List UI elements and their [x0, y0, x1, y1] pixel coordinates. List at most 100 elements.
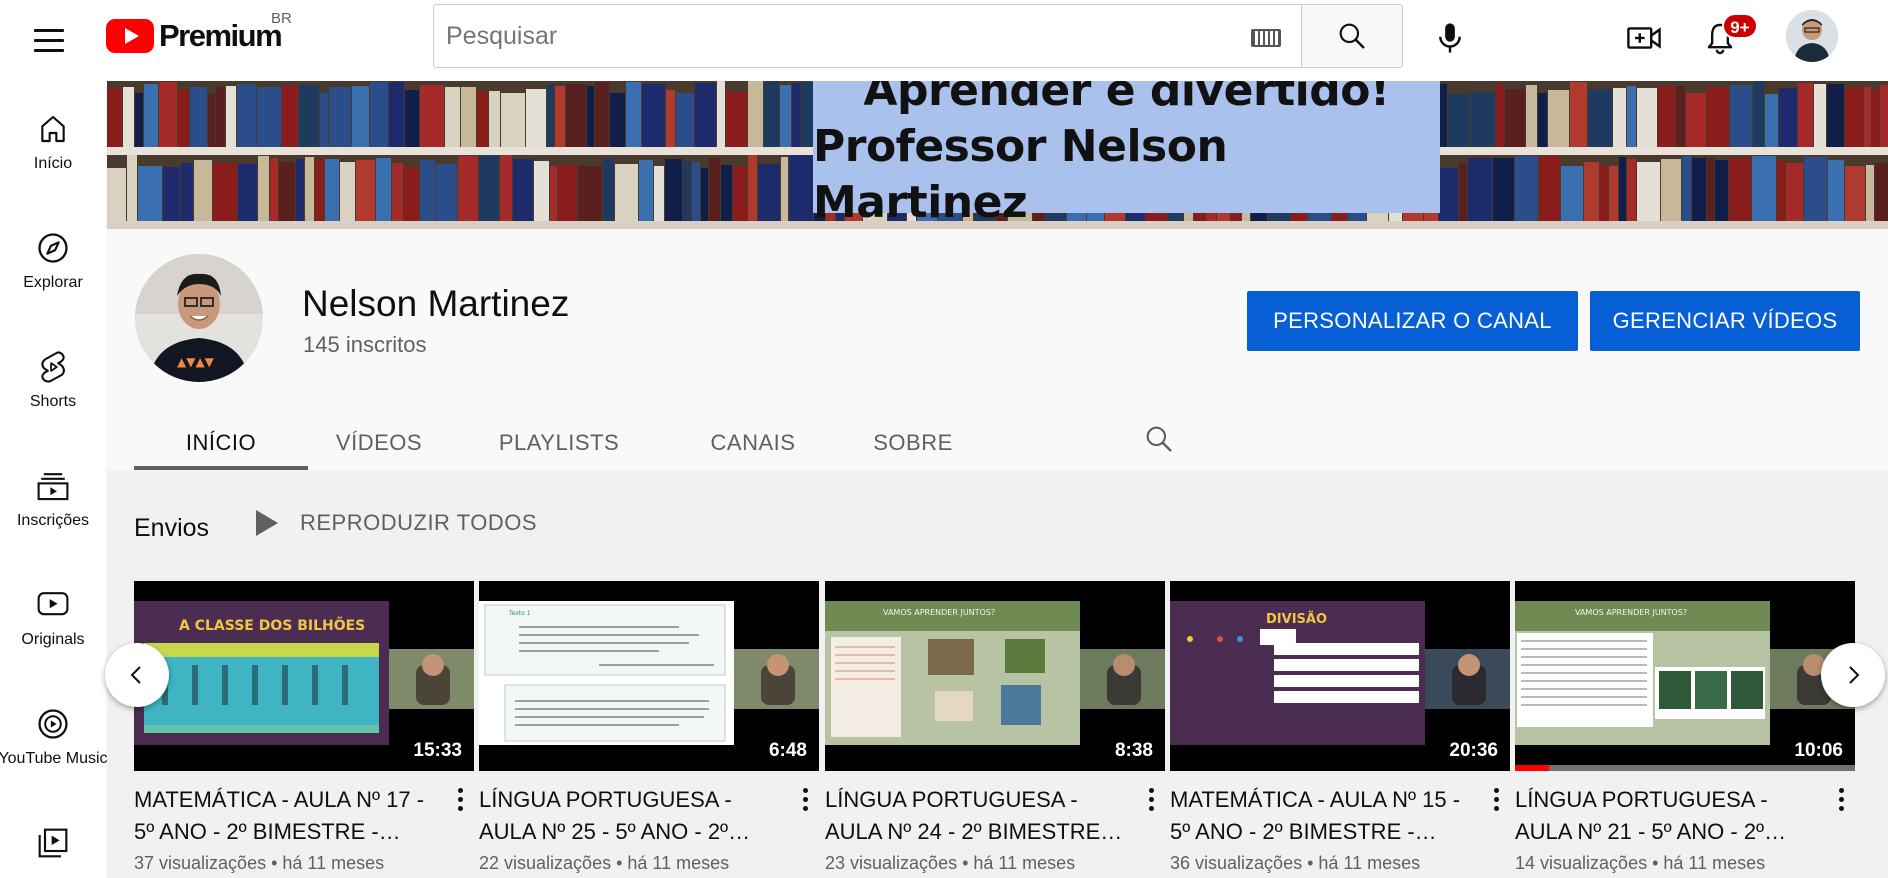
book-spine	[1496, 83, 1504, 147]
book-spine	[513, 159, 533, 221]
video-thumbnail[interactable]: VAMOS APRENDER JUNTOS? 8:38	[825, 581, 1165, 771]
book-spine	[1548, 90, 1569, 147]
country-code: BR	[271, 10, 292, 27]
book-spine	[270, 158, 278, 221]
book-spine	[758, 164, 780, 221]
search-icon	[1339, 23, 1365, 49]
uploads-section: Envios REPRODUZIR TODOS A CLASSE DOS BIL…	[107, 470, 1888, 878]
sidebar-item-youtube-music[interactable]: YouTube Music	[0, 676, 108, 784]
book-spine	[1752, 156, 1776, 221]
tab-inicio[interactable]: INÍCIO	[134, 414, 308, 470]
video-thumbnail[interactable]: Texto 1 6:48	[479, 581, 819, 771]
customize-channel-button[interactable]: PERSONALIZAR O CANAL	[1247, 291, 1578, 351]
video-metadata: 23 visualizações • há 11 meses	[825, 853, 1076, 873]
book-spine	[610, 93, 625, 147]
more-options-icon[interactable]	[1139, 785, 1163, 813]
video-title[interactable]: MATEMÁTICA - AULA Nº 17 -5º ANO - 2º BIM…	[134, 784, 434, 848]
book-spine	[1538, 93, 1547, 147]
create-video-button[interactable]	[1622, 16, 1666, 60]
more-options-icon[interactable]	[793, 785, 817, 813]
book-spine	[279, 162, 295, 221]
carousel-next-button[interactable]	[1821, 643, 1885, 707]
book-spine	[135, 93, 143, 147]
menu-icon[interactable]	[27, 18, 71, 62]
video-card[interactable]: DIVISÃO 20:36 MATEMÁTICA - AULA Nº 15 -5…	[1170, 581, 1510, 878]
book-spine	[458, 156, 478, 221]
search-icon	[1146, 426, 1172, 452]
compass-icon	[38, 233, 68, 263]
tab-playlists[interactable]: PLAYLISTS	[450, 414, 668, 470]
book-spine	[477, 91, 488, 147]
book-spine	[1561, 166, 1583, 221]
book-spine	[194, 160, 212, 221]
book-spine	[1661, 159, 1681, 221]
book-spine	[639, 160, 653, 221]
carousel-prev-button[interactable]	[105, 643, 169, 707]
sidebar-item-inscricoes[interactable]: Inscrições	[0, 438, 106, 546]
book-spine	[1804, 157, 1827, 221]
channel-search-button[interactable]	[1137, 417, 1181, 461]
book-spine	[461, 87, 476, 147]
video-thumbnail[interactable]: VAMOS APRENDER JUNTOS? 10:06	[1515, 581, 1855, 771]
video-card[interactable]: Texto 1 6:48 LÍNGUA PORTUGUESA - AULA Nº …	[479, 581, 819, 878]
book-spine	[1872, 89, 1879, 147]
sidebar-item-shorts[interactable]: Shorts	[0, 319, 106, 427]
book-spine	[701, 168, 708, 221]
book-spine	[555, 86, 565, 147]
book-spine	[178, 90, 189, 147]
video-card[interactable]: VAMOS APRENDER JUNTOS? 10:06 LÍNGUA PORT…	[1515, 581, 1855, 878]
video-duration: 8:38	[1108, 738, 1159, 764]
book-spine	[1686, 93, 1706, 147]
more-options-icon[interactable]	[448, 785, 472, 813]
book-spine	[370, 82, 388, 147]
tab-canais[interactable]: CANAIS	[668, 414, 838, 470]
book-spine	[1526, 85, 1537, 147]
logo-text: Premium	[159, 18, 283, 53]
book-spine	[1866, 165, 1874, 221]
video-title[interactable]: LÍNGUA PORTUGUESA - AULA Nº 24 - 2º BIMES…	[825, 784, 1125, 848]
search-input[interactable]	[434, 5, 1214, 67]
video-duration: 15:33	[407, 738, 468, 764]
keyboard-icon[interactable]	[1251, 29, 1281, 47]
sidebar-item-explorar[interactable]: Explorar	[0, 200, 106, 308]
more-options-icon[interactable]	[1829, 785, 1853, 813]
book-spine	[642, 84, 665, 147]
video-card[interactable]: A CLASSE DOS BILHÕES 15:33 MATEMÁTICA - …	[134, 581, 474, 878]
book-spine	[1715, 160, 1728, 221]
book-spine	[1753, 81, 1764, 147]
sidebar-item-inicio[interactable]: Início	[0, 81, 106, 189]
video-title[interactable]: MATEMÁTICA - AULA Nº 15 -5º ANO - 2º BIM…	[1170, 784, 1470, 848]
book-spine	[1880, 85, 1888, 147]
video-title[interactable]: LÍNGUA PORTUGUESA - AULA Nº 21 - 5º ANO -…	[1515, 784, 1815, 848]
channel-header: ▲▼▲▼ Nelson Martinez 145 inscritos PERSO…	[107, 229, 1888, 470]
tab-videos[interactable]: VÍDEOS	[308, 414, 450, 470]
youtube-premium-logo[interactable]: Premium	[106, 18, 283, 54]
book-spine	[479, 155, 499, 221]
voice-search-button[interactable]	[1428, 16, 1472, 60]
video-duration: 10:06	[1788, 738, 1849, 764]
search-button[interactable]	[1301, 4, 1403, 68]
book-spine	[595, 82, 609, 147]
book-spine	[1864, 87, 1871, 147]
video-title[interactable]: LÍNGUA PORTUGUESA - AULA Nº 25 - 5º ANO -…	[479, 784, 779, 848]
sidebar-item-label: Início	[33, 155, 73, 172]
book-spine	[213, 163, 237, 221]
book-spine	[282, 85, 298, 147]
sidebar-item-label: Shorts	[29, 393, 77, 410]
play-all-button[interactable]: REPRODUZIR TODOS	[256, 510, 537, 536]
video-thumbnail[interactable]: DIVISÃO 20:36	[1170, 581, 1510, 771]
more-options-icon[interactable]	[1484, 785, 1508, 813]
video-card[interactable]: VAMOS APRENDER JUNTOS? 8:38 LÍNGUA PORTU…	[825, 581, 1165, 878]
book-spine	[676, 93, 694, 147]
video-thumbnail[interactable]: A CLASSE DOS BILHÕES 15:33	[134, 581, 474, 771]
section-title[interactable]: Envios	[134, 514, 209, 543]
book-spine	[534, 161, 549, 221]
manage-videos-button[interactable]: GERENCIAR VÍDEOS	[1590, 291, 1860, 351]
book-spine	[1845, 166, 1865, 221]
sidebar-item-library[interactable]	[0, 795, 106, 878]
sidebar-item-originals[interactable]: Originals	[0, 557, 106, 665]
book-spine	[1676, 86, 1685, 147]
account-avatar[interactable]	[1786, 10, 1838, 62]
tab-sobre[interactable]: SOBRE	[838, 414, 988, 470]
book-spine	[666, 90, 675, 147]
